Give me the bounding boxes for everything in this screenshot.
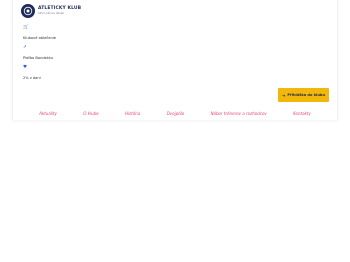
logo-subtitle: SKV Lužnice Veselí <box>38 11 65 16</box>
info-label: 2% z dani <box>23 75 41 80</box>
join-club-label: Přihláška do klubu <box>287 93 326 97</box>
club-emblem-icon <box>21 4 35 18</box>
info-label: Klubové oblečenie <box>23 35 56 40</box>
heart-icon: ♥ <box>23 65 28 70</box>
main-nav: Aktuality O klube História Dvojpólo Nábo… <box>12 106 338 120</box>
site-header: ATLETICKÝ KLUB SKV Lužnice Veselí 🛒 Klub… <box>12 0 338 120</box>
join-club-button[interactable]: ➜ Přihláška do klubu <box>278 88 329 102</box>
arrow-right-icon: ➜ <box>281 92 286 98</box>
nav-item-contacts[interactable]: Kontakty <box>293 111 311 116</box>
arrow-icon: ↗ <box>23 45 27 50</box>
nav-item-recruitment[interactable]: Nábor trénerov a rozhodcov <box>211 111 267 116</box>
club-logo[interactable]: ATLETICKÝ KLUB SKV Lužnice Veselí <box>21 4 81 18</box>
nav-item-dvojpolo[interactable]: Dvojpólo <box>167 111 185 116</box>
shopping-cart-icon: 🛒 <box>23 25 29 30</box>
info-item-tax[interactable]: ♥ 2% z dani <box>23 65 41 80</box>
info-item-payment[interactable]: ↗ Plaťba Bandekku <box>23 45 54 60</box>
info-label: Plaťba Bandekku <box>23 55 54 60</box>
info-item-merch[interactable]: 🛒 Klubové oblečenie <box>23 25 56 40</box>
nav-item-history[interactable]: História <box>125 111 140 116</box>
nav-item-about[interactable]: O klube <box>83 111 98 116</box>
nav-item-news[interactable]: Aktuality <box>39 111 57 116</box>
